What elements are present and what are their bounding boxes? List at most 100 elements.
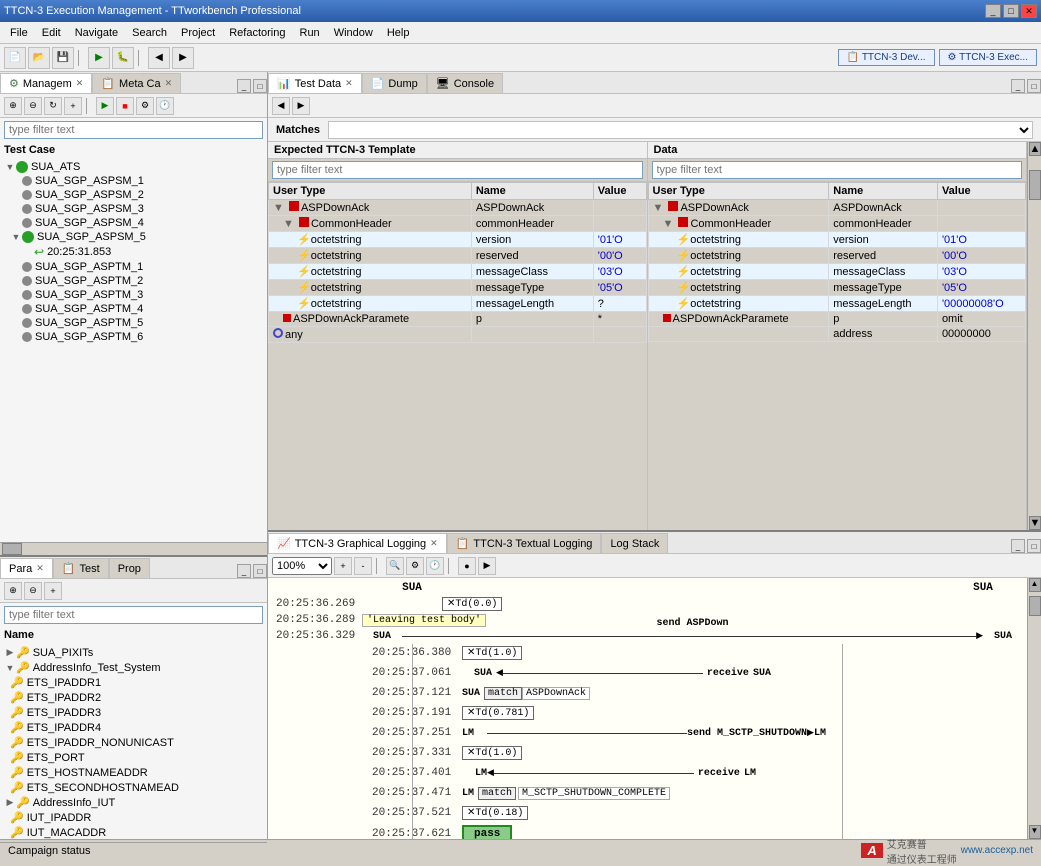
minimize-td-btn[interactable]: _ bbox=[1011, 79, 1025, 93]
minimize-gl-btn[interactable]: _ bbox=[1011, 539, 1025, 553]
back-button[interactable]: ◀ bbox=[148, 47, 170, 69]
tab-para-close[interactable]: ✕ bbox=[36, 563, 44, 574]
tree-item-ets-ipaddr2[interactable]: 🔑 ETS_IPADDR2 bbox=[2, 690, 265, 705]
matches-dropdown[interactable] bbox=[328, 121, 1033, 139]
maximize-panel-btn[interactable]: □ bbox=[253, 79, 267, 93]
scrollbar-up-btn[interactable]: ▲ bbox=[1029, 142, 1041, 156]
tree-item-sua-ats[interactable]: ▼ SUA_ATS bbox=[2, 160, 265, 174]
history-btn[interactable]: 🕐 bbox=[156, 97, 174, 115]
add-btn[interactable]: + bbox=[64, 97, 82, 115]
tab-test-data[interactable]: 📊 Test Data ✕ bbox=[268, 73, 362, 93]
tree-item-ets-ipaddr-nonunicast[interactable]: 🔑 ETS_IPADDR_NONUNICAST bbox=[2, 735, 265, 750]
play-gl-btn[interactable]: ▶ bbox=[478, 557, 496, 575]
minimize-bottom-btn[interactable]: _ bbox=[237, 564, 251, 578]
tree-item-timestamp[interactable]: ↩ 20:25:31.853 bbox=[2, 244, 265, 260]
tree-item-aspsm1[interactable]: SUA_SGP_ASPSM_1 bbox=[2, 174, 265, 188]
scrollbar-thumb[interactable] bbox=[1029, 170, 1041, 200]
expected-filter-input[interactable] bbox=[272, 161, 643, 179]
tab-prop[interactable]: Prop bbox=[109, 558, 150, 578]
tree-item-asptm6[interactable]: SUA_SGP_ASPTM_6 bbox=[2, 330, 265, 344]
tab-para[interactable]: Para ✕ bbox=[0, 558, 53, 578]
tab-management-close[interactable]: ✕ bbox=[76, 78, 84, 89]
table-row[interactable]: ▼ ASPDownAck ASPDownAck bbox=[269, 200, 647, 216]
table-row[interactable]: ⚡octetstring version '01'O bbox=[269, 232, 647, 248]
menu-window[interactable]: Window bbox=[328, 25, 379, 41]
minimize-button[interactable]: _ bbox=[985, 4, 1001, 18]
left-top-scrollbar-h[interactable] bbox=[0, 542, 267, 555]
tree-item-ets-ipaddr1[interactable]: 🔑 ETS_IPADDR1 bbox=[2, 675, 265, 690]
maximize-bottom-btn[interactable]: □ bbox=[253, 564, 267, 578]
menu-help[interactable]: Help bbox=[381, 25, 416, 41]
tab-graphical-log[interactable]: 📈 TTCN-3 Graphical Logging ✕ bbox=[268, 533, 447, 553]
table-row[interactable]: ⚡octetstring reserved '00'O bbox=[648, 248, 1026, 264]
zoom-in-btn[interactable]: + bbox=[334, 557, 352, 575]
minimize-panel-btn[interactable]: _ bbox=[237, 79, 251, 93]
clock-gl-btn[interactable]: 🕐 bbox=[426, 557, 444, 575]
tree-item-sua-pixits[interactable]: ▶ 🔑 SUA_PIXITs bbox=[2, 645, 265, 660]
forward-button[interactable]: ▶ bbox=[172, 47, 194, 69]
tab-textual-log[interactable]: 📋 TTCN-3 Textual Logging bbox=[447, 533, 602, 553]
tree-item-ets-secondhostname[interactable]: 🔑 ETS_SECONDHOSTNAMEAD bbox=[2, 780, 265, 795]
testcase-filter-input[interactable] bbox=[4, 121, 263, 139]
tree-item-ets-port[interactable]: 🔑 ETS_PORT bbox=[2, 750, 265, 765]
close-button[interactable]: ✕ bbox=[1021, 4, 1037, 18]
para-filter-input[interactable] bbox=[4, 606, 263, 624]
filter-btn[interactable]: 🔍 bbox=[386, 557, 404, 575]
tab-log-stack[interactable]: Log Stack bbox=[601, 533, 668, 553]
tab-test[interactable]: 📋 Test bbox=[53, 558, 109, 578]
tree-item-addressinfo-iut[interactable]: ▶ 🔑 AddressInfo_IUT bbox=[2, 795, 265, 810]
tree-item-iut-macaddr[interactable]: 🔑 IUT_MACADDR bbox=[2, 825, 265, 840]
refresh-btn[interactable]: ↻ bbox=[44, 97, 62, 115]
table-row[interactable]: ▼ CommonHeader commonHeader bbox=[648, 216, 1026, 232]
expected-table-scroll[interactable]: User Type Name Value ▼ ASPDownAck ASPDow… bbox=[268, 182, 647, 530]
table-row[interactable]: ASPDownAckParamete p omit bbox=[648, 312, 1026, 327]
table-row[interactable]: any bbox=[269, 327, 647, 343]
scrollbar-h-thumb[interactable] bbox=[2, 543, 22, 555]
tree-item-asptm1[interactable]: SUA_SGP_ASPTM_1 bbox=[2, 260, 265, 274]
open-button[interactable]: 📂 bbox=[28, 47, 50, 69]
table-scrollbar-v[interactable]: ▲ ▼ bbox=[1027, 142, 1041, 530]
tab-metaca-close[interactable]: ✕ bbox=[165, 78, 173, 89]
tree-item-ets-ipaddr3[interactable]: 🔑 ETS_IPADDR3 bbox=[2, 705, 265, 720]
tab-test-data-close[interactable]: ✕ bbox=[345, 78, 353, 89]
debug-button[interactable]: 🐛 bbox=[112, 47, 134, 69]
tree-item-asptm5[interactable]: SUA_SGP_ASPTM_5 bbox=[2, 316, 265, 330]
ttcn3-dev-tab[interactable]: 📋 TTCN-3 Dev... bbox=[838, 49, 935, 66]
tree-item-iut-ipaddr[interactable]: 🔑 IUT_IPADDR bbox=[2, 810, 265, 825]
table-row[interactable]: ⚡octetstring reserved '00'O bbox=[269, 248, 647, 264]
tree-item-ets-ipaddr4[interactable]: 🔑 ETS_IPADDR4 bbox=[2, 720, 265, 735]
collapse-all-para-btn[interactable]: ⊖ bbox=[24, 582, 42, 600]
menu-project[interactable]: Project bbox=[175, 25, 221, 41]
tree-item-addressinfo-test[interactable]: ▼ 🔑 AddressInfo_Test_System bbox=[2, 660, 265, 675]
run-tc-btn[interactable]: ▶ bbox=[96, 97, 114, 115]
tree-item-asptm4[interactable]: SUA_SGP_ASPTM_4 bbox=[2, 302, 265, 316]
expand-all-btn[interactable]: ⊕ bbox=[4, 97, 22, 115]
new-button[interactable]: 📄 bbox=[4, 47, 26, 69]
table-row[interactable]: ⚡octetstring messageLength ? bbox=[269, 296, 647, 312]
graphical-log-area[interactable]: SUA SUA 20:25:36.269 ✕Td(0.0) bbox=[268, 578, 1027, 839]
run-button[interactable]: ▶ bbox=[88, 47, 110, 69]
data-filter-input[interactable] bbox=[652, 161, 1023, 179]
tab-metaca[interactable]: 📋 Meta Ca ✕ bbox=[92, 73, 181, 93]
tree-item-aspsm4[interactable]: SUA_SGP_ASPSM_4 bbox=[2, 216, 265, 230]
menu-run[interactable]: Run bbox=[294, 25, 326, 41]
save-button[interactable]: 💾 bbox=[52, 47, 74, 69]
tree-item-aspsm3[interactable]: SUA_SGP_ASPSM_3 bbox=[2, 202, 265, 216]
table-row[interactable]: ⚡octetstring messageType '05'O bbox=[269, 280, 647, 296]
tab-management[interactable]: ⚙ Managem ✕ bbox=[0, 73, 92, 93]
maximize-button[interactable]: □ bbox=[1003, 4, 1019, 18]
table-row[interactable]: ▼ ASPDownAck ASPDownAck bbox=[648, 200, 1026, 216]
zoom-select[interactable]: 100% bbox=[272, 557, 332, 575]
settings-btn[interactable]: ⚙ bbox=[136, 97, 154, 115]
menu-edit[interactable]: Edit bbox=[36, 25, 67, 41]
table-row[interactable]: ⚡octetstring messageClass '03'O bbox=[648, 264, 1026, 280]
gl-scroll-thumb[interactable] bbox=[1029, 596, 1041, 616]
graphical-log-scrollbar-v[interactable]: ▲ ▼ bbox=[1027, 578, 1041, 839]
settings-gl-btn[interactable]: ⚙ bbox=[406, 557, 424, 575]
table-row[interactable]: ⚡octetstring messageClass '03'O bbox=[269, 264, 647, 280]
menu-file[interactable]: File bbox=[4, 25, 34, 41]
table-row[interactable]: ⚡octetstring messageLength '00000008'O bbox=[648, 296, 1026, 312]
tab-graphical-log-close[interactable]: ✕ bbox=[430, 538, 438, 549]
scrollbar-down-btn[interactable]: ▼ bbox=[1029, 516, 1041, 530]
zoom-out-btn[interactable]: - bbox=[354, 557, 372, 575]
